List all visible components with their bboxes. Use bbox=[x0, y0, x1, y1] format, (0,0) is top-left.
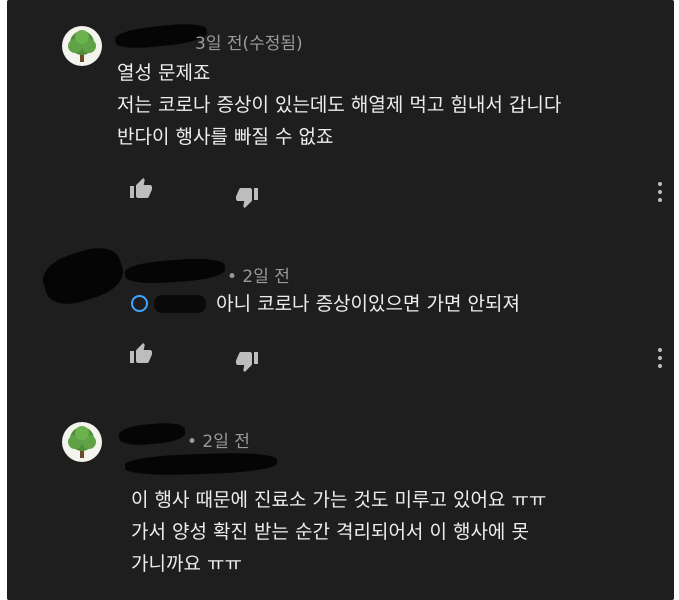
comment-line: 가니까요 ㅠㅠ bbox=[131, 553, 242, 575]
comment-timestamp: • 2일 전 bbox=[187, 432, 250, 452]
dislike-button[interactable] bbox=[235, 185, 259, 209]
comment-line: 저는 코로나 증상이 있는데도 해열제 먹고 힘내서 갑니다 bbox=[117, 94, 562, 116]
redacted-username bbox=[114, 21, 208, 51]
dislike-button[interactable] bbox=[235, 349, 259, 373]
redacted-mention bbox=[124, 451, 278, 477]
thumbs-up-icon bbox=[130, 178, 152, 198]
like-button[interactable] bbox=[129, 177, 153, 201]
comment-line: 가서 양성 확진 받는 순간 격리되어서 이 행사에 못 bbox=[131, 521, 529, 543]
tree-icon bbox=[68, 30, 96, 62]
tree-icon bbox=[68, 426, 96, 458]
comment-line: 이 행사 때문에 진료소 가는 것도 미루고 있어요 ㅠㅠ bbox=[131, 489, 547, 511]
thumbs-up-icon bbox=[130, 343, 152, 363]
redacted-avatar[interactable] bbox=[37, 240, 129, 312]
comment-text: 열성 문제죠 저는 코로나 증상이 있는데도 해열제 먹고 힘내서 갑니다 반다… bbox=[117, 57, 561, 153]
thumbs-down-icon bbox=[236, 352, 258, 372]
avatar[interactable] bbox=[62, 26, 102, 66]
comment-timestamp: 3일 전(수정됨) bbox=[195, 34, 303, 54]
reply-text: 아니 코로나 증상이있으면 가면 안되져 bbox=[216, 293, 520, 315]
comment-timestamp: • 2일 전 bbox=[227, 267, 290, 287]
redacted-username bbox=[118, 421, 186, 447]
redacted-mention[interactable] bbox=[154, 295, 207, 313]
comments-panel: 3일 전(수정됨) 열성 문제죠 저는 코로나 증상이 있는데도 해열제 먹고 … bbox=[7, 0, 674, 600]
like-button[interactable] bbox=[129, 342, 153, 366]
redacted-username bbox=[124, 256, 226, 286]
comment-text: 이 행사 때문에 진료소 가는 것도 미루고 있어요 ㅠㅠ 가서 양성 확진 받… bbox=[131, 484, 546, 580]
avatar[interactable] bbox=[62, 422, 102, 462]
mention-icon bbox=[131, 295, 148, 312]
comment-text: 아니 코로나 증상이있으면 가면 안되져 bbox=[131, 288, 520, 320]
more-vert-icon[interactable] bbox=[657, 346, 663, 370]
more-vert-icon[interactable] bbox=[657, 180, 663, 204]
comment-line: 열성 문제죠 bbox=[117, 62, 211, 84]
comment-line: 아니 코로나 증상이있으면 가면 안되져 bbox=[131, 288, 520, 320]
thumbs-down-icon bbox=[236, 188, 258, 208]
comment-line: 반다이 행사를 빠질 수 없죠 bbox=[117, 126, 334, 148]
